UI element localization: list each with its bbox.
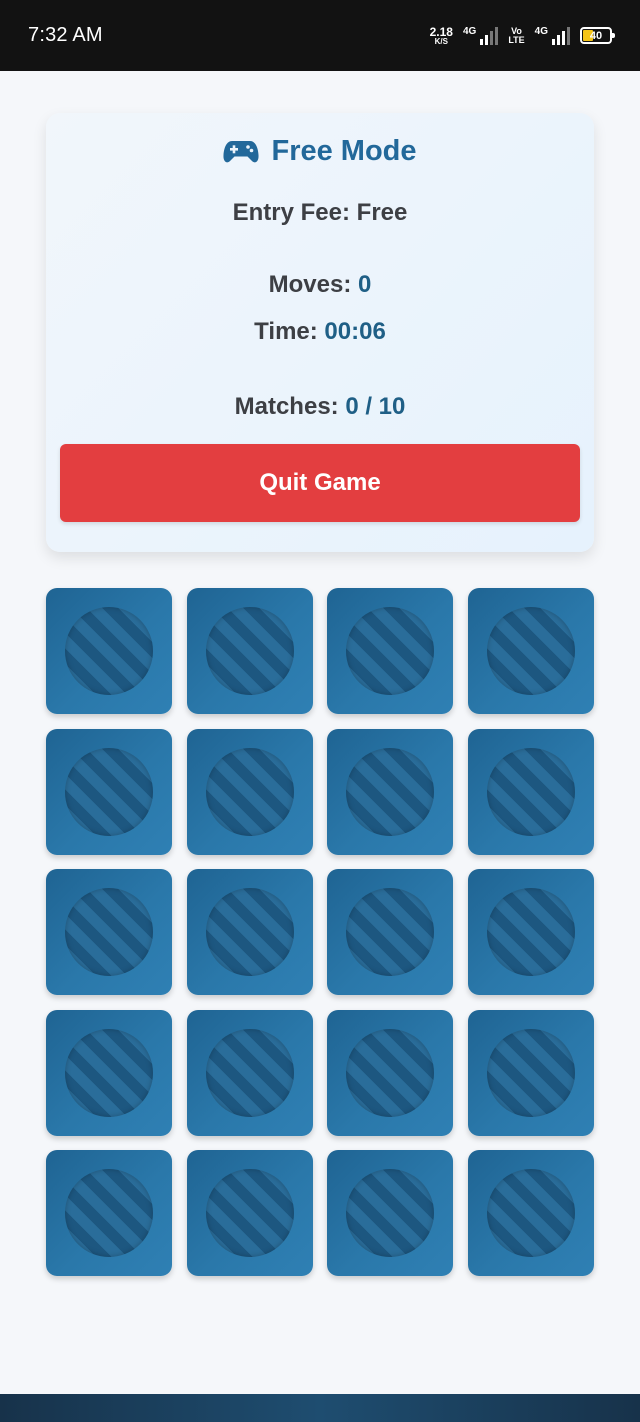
sim1-network-label: 4G	[462, 25, 477, 37]
moves-value: 0	[358, 271, 372, 298]
status-bar: 7:32 AM 2.18 K/S 4G Vo LTE 4G 40	[0, 0, 640, 71]
memory-card[interactable]	[468, 588, 595, 714]
card-back-emblem-icon	[65, 747, 153, 836]
memory-card[interactable]	[46, 588, 172, 714]
card-back-emblem-icon	[487, 1028, 576, 1117]
card-back-emblem-icon	[346, 1169, 435, 1257]
card-back-emblem-icon	[346, 607, 435, 695]
card-back-emblem-icon	[65, 1028, 153, 1117]
card-back-emblem-icon	[65, 1169, 153, 1257]
memory-card[interactable]	[468, 1009, 595, 1136]
memory-card[interactable]	[468, 1150, 595, 1276]
memory-card[interactable]	[46, 728, 172, 855]
card-back-emblem-icon	[346, 1028, 435, 1117]
card-back-emblem-icon	[487, 607, 576, 695]
memory-card[interactable]	[186, 869, 313, 995]
entry-fee-value: Free	[356, 199, 408, 226]
memory-card[interactable]	[186, 728, 313, 855]
signal-icon-sim1: 4G	[462, 25, 499, 45]
card-back-emblem-icon	[487, 747, 576, 836]
mode-title-text: Free Mode	[271, 135, 417, 167]
game-info-card: Free Mode Entry Fee: Free Moves: 0 Time:…	[46, 113, 594, 552]
sim2-network-label: 4G	[534, 25, 548, 37]
memory-card[interactable]	[186, 1009, 313, 1136]
card-back-emblem-icon	[487, 1169, 576, 1257]
card-grid	[46, 588, 595, 1276]
memory-card[interactable]	[186, 1150, 313, 1276]
status-icons: 2.18 K/S 4G Vo LTE 4G 40	[430, 25, 615, 46]
matches-label: Matches:	[234, 393, 346, 420]
volte-icon: Vo LTE	[508, 26, 525, 45]
memory-card[interactable]	[468, 869, 595, 995]
card-back-emblem-icon	[205, 747, 294, 836]
battery-icon: 40	[580, 27, 615, 44]
gamepad-icon	[223, 140, 260, 162]
memory-card[interactable]	[186, 588, 313, 714]
memory-card[interactable]	[46, 869, 172, 995]
entry-fee-label: Entry Fee:	[232, 199, 357, 226]
network-speed: 2.18 K/S	[430, 26, 453, 46]
memory-card[interactable]	[46, 1009, 172, 1136]
card-back-emblem-icon	[65, 888, 153, 976]
card-back-emblem-icon	[346, 888, 435, 976]
volte-bottom: LTE	[508, 34, 525, 45]
card-back-emblem-icon	[205, 1028, 294, 1117]
matches-counter: Matches: 0 / 10	[46, 393, 594, 421]
memory-card[interactable]	[468, 728, 595, 855]
card-back-emblem-icon	[487, 888, 576, 976]
quit-game-button[interactable]: Quit Game	[60, 444, 580, 522]
entry-fee: Entry Fee: Free	[46, 199, 594, 227]
card-back-emblem-icon	[205, 888, 294, 976]
memory-card[interactable]	[46, 1150, 172, 1276]
moves-label: Moves:	[268, 271, 358, 298]
status-time: 7:32 AM	[28, 24, 103, 46]
bottom-nav-bar	[0, 1394, 640, 1422]
time-label: Time:	[254, 318, 325, 345]
signal-icon-sim2: 4G	[534, 25, 570, 45]
memory-card[interactable]	[327, 1009, 454, 1136]
time-value: 00:06	[324, 318, 386, 345]
mode-title: Free Mode	[46, 135, 594, 168]
card-back-emblem-icon	[346, 747, 435, 836]
card-back-emblem-icon	[205, 1169, 294, 1257]
memory-card[interactable]	[327, 1150, 454, 1276]
network-speed-unit: K/S	[434, 36, 448, 46]
network-speed-value: 2.18	[429, 24, 453, 39]
card-back-emblem-icon	[65, 607, 153, 695]
memory-card[interactable]	[327, 869, 454, 995]
memory-card[interactable]	[327, 728, 454, 855]
battery-level: 40	[589, 29, 603, 42]
timer: Time: 00:06	[46, 318, 594, 346]
moves-counter: Moves: 0	[46, 271, 594, 299]
memory-card[interactable]	[327, 588, 454, 714]
card-back-emblem-icon	[205, 607, 294, 695]
matches-value: 0 / 10	[345, 393, 406, 420]
